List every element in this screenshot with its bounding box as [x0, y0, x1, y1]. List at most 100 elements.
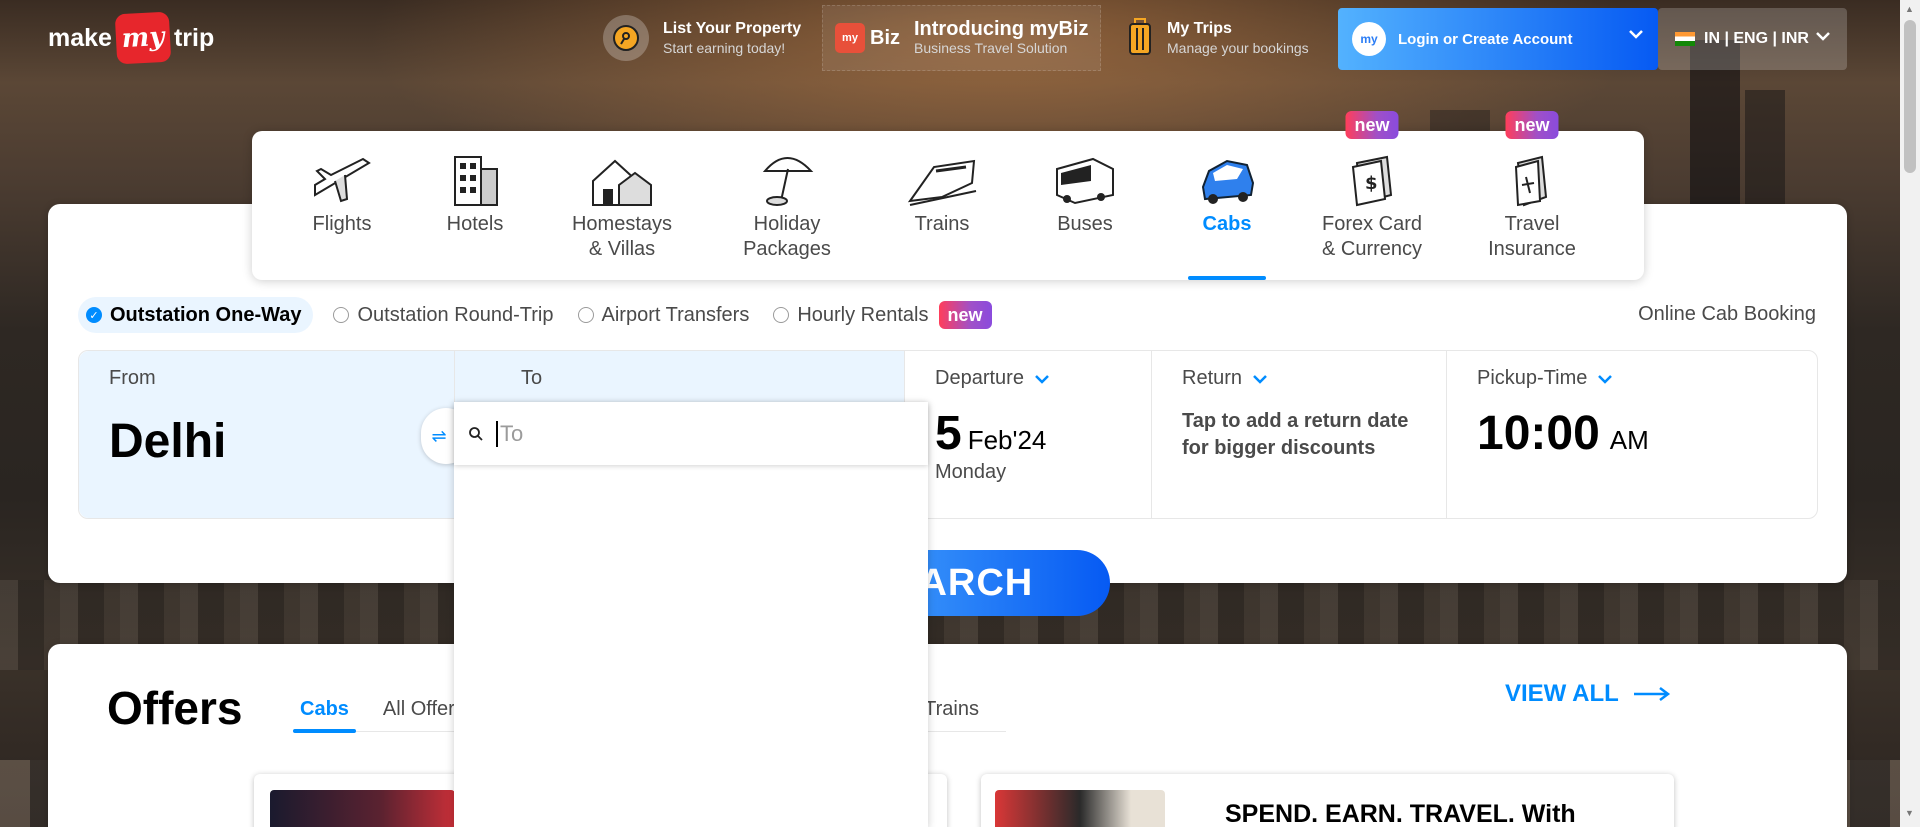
nav-label-2: Packages — [743, 238, 831, 260]
return-hint-line2: for bigger discounts — [1182, 437, 1376, 459]
nav-buses[interactable]: Buses — [1047, 131, 1123, 280]
departure-label-row: Departure — [935, 367, 1121, 390]
new-badge: new — [938, 301, 992, 329]
from-label: From — [109, 367, 156, 389]
offer-image — [270, 790, 455, 827]
page-scrollbar[interactable]: ▲ ▼ — [1900, 0, 1920, 827]
nav-hotels[interactable]: Hotels — [435, 131, 515, 280]
offer-card-title: SPEND. EARN. TRAVEL. With — [1225, 800, 1576, 827]
radio-label: Outstation Round-Trip — [357, 303, 554, 326]
logo-text-right: trip — [173, 23, 215, 52]
pickup-time-value: 10:00 — [1477, 407, 1600, 460]
nav-label-1: Holiday — [753, 213, 821, 235]
makemytrip-logo[interactable]: make my trip — [48, 11, 215, 65]
homestay-icon — [562, 145, 682, 207]
nav-label-2: Insurance — [1488, 238, 1576, 260]
radio-circle-icon — [577, 307, 594, 323]
nav-trains[interactable]: Trains — [902, 131, 982, 280]
offers-title: Offers — [107, 682, 243, 734]
chevron-down-icon — [1629, 30, 1643, 39]
nav-label-2: & Villas — [588, 238, 656, 260]
radio-circle-icon — [773, 307, 790, 323]
plane-icon — [292, 145, 392, 207]
login-button[interactable]: my Login or Create Account — [1338, 8, 1658, 70]
chevron-down-icon — [1816, 32, 1830, 41]
nav-label-1: Homestays — [571, 213, 673, 235]
mybiz-logo-text: Biz — [870, 26, 900, 49]
view-all-label: VIEW ALL — [1505, 680, 1619, 707]
list-property-title: List Your Property — [663, 20, 802, 37]
mybiz-link[interactable]: my Biz Introducing myBiz Business Travel… — [822, 5, 1102, 71]
chevron-down-icon — [1598, 374, 1613, 384]
home-key-icon — [603, 15, 649, 61]
return-label: Return — [1182, 367, 1243, 389]
scrollbar-thumb[interactable] — [1904, 20, 1916, 173]
nav-cabs[interactable]: Cabs — [1187, 131, 1267, 280]
my-trips-subtitle: Manage your bookings — [1167, 40, 1309, 56]
scroll-down-icon[interactable]: ▼ — [1905, 808, 1914, 818]
list-property-subtitle: Start earning today! — [663, 40, 786, 56]
cab-icon — [1187, 145, 1267, 207]
nav-homestays[interactable]: Homestays & Villas — [562, 131, 682, 280]
active-tab-underline — [1188, 276, 1266, 280]
to-search-input[interactable] — [496, 420, 896, 447]
departure-day: 5 — [935, 407, 962, 460]
pickup-time-field[interactable]: Pickup-Time 10:00 AM — [1447, 351, 1817, 518]
nav-label: Trains — [914, 213, 970, 235]
nav-label: Hotels — [446, 213, 504, 235]
locale-selector[interactable]: IN | ENG | INR — [1658, 8, 1847, 70]
new-badge: new — [1345, 111, 1399, 139]
nav-insurance[interactable]: new Travel Insurance — [1487, 111, 1577, 280]
radio-label: Outstation One-Way — [110, 303, 302, 326]
nav-label-2: & Currency — [1321, 238, 1423, 260]
from-value: Delhi — [109, 415, 227, 468]
offer-image — [995, 790, 1165, 827]
list-property-link[interactable]: List Your Property Start earning today! — [603, 14, 801, 62]
chevron-down-icon — [1253, 374, 1267, 384]
nav-label: Buses — [1057, 213, 1113, 235]
to-search-box[interactable] — [454, 402, 928, 465]
chevron-down-icon — [1035, 374, 1049, 384]
departure-month: Feb'24 — [967, 425, 1047, 455]
pickup-time: 10:00 AM — [1477, 406, 1787, 461]
view-all-link[interactable]: VIEW ALL — [1505, 680, 1671, 708]
suitcase-icon — [1125, 15, 1155, 61]
nav-flights[interactable]: Flights — [292, 131, 392, 280]
insurance-icon — [1487, 145, 1577, 207]
pickup-label-row: Pickup-Time — [1477, 367, 1787, 390]
from-field[interactable]: From Delhi — [79, 351, 455, 518]
return-field[interactable]: Return Tap to add a return date for bigg… — [1152, 351, 1447, 518]
return-hint-line1: Tap to add a return date — [1182, 410, 1409, 432]
my-trips-link[interactable]: My Trips Manage your bookings — [1125, 14, 1309, 62]
radio-outstation-round-trip[interactable]: Outstation Round-Trip — [333, 297, 554, 333]
mybiz-title: Introducing myBiz — [914, 18, 1089, 40]
to-label: To — [521, 367, 543, 389]
arrow-right-icon — [1633, 687, 1670, 701]
india-flag-icon — [1675, 32, 1695, 46]
departure-field[interactable]: Departure 5 Feb'24 Monday — [905, 351, 1152, 518]
product-nav: Flights Hotels Homestays & Villas Holida… — [252, 111, 1644, 280]
scroll-up-icon[interactable]: ▲ — [1905, 4, 1914, 14]
forex-icon: $ — [1317, 145, 1427, 207]
offer-tab-cabs[interactable]: Cabs — [293, 690, 356, 733]
logo-mark: my — [114, 11, 172, 65]
trip-type-group: ✓ Outstation One-Way Outstation Round-Tr… — [78, 297, 1016, 333]
train-icon — [902, 145, 982, 207]
hotel-icon — [435, 145, 515, 207]
radio-airport-transfers[interactable]: Airport Transfers — [577, 297, 749, 333]
search-icon — [469, 426, 483, 441]
to-dropdown-panel — [454, 402, 928, 827]
locale-label: IN | ENG | INR — [1704, 30, 1809, 47]
nav-label: Flights — [312, 213, 372, 235]
radio-circle-icon — [333, 307, 350, 323]
radio-label: Hourly Rentals — [797, 303, 929, 326]
radio-outstation-one-way[interactable]: ✓ Outstation One-Way — [78, 297, 314, 333]
departure-weekday: Monday — [935, 461, 1007, 483]
departure-label: Departure — [935, 367, 1024, 389]
nav-forex[interactable]: new $ Forex Card & Currency — [1317, 111, 1427, 280]
radio-hourly-rentals[interactable]: Hourly Rentals new — [773, 297, 992, 333]
return-label-row: Return — [1182, 367, 1416, 390]
bus-icon — [1047, 145, 1123, 207]
nav-holiday-packages[interactable]: Holiday Packages — [732, 131, 842, 280]
return-hint: Tap to add a return date for bigger disc… — [1182, 408, 1416, 462]
